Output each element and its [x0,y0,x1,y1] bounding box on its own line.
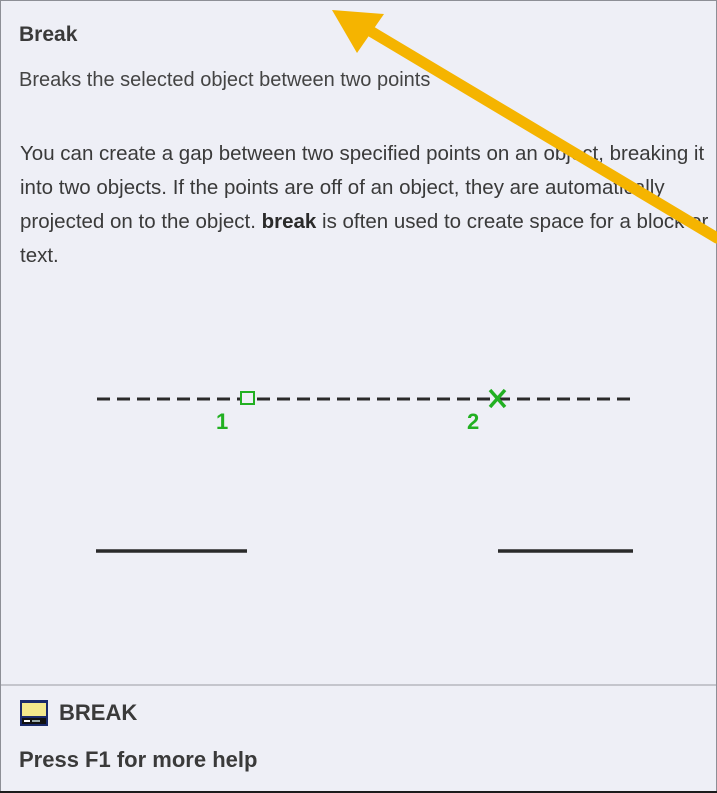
first-point-marker-icon [240,391,255,405]
break-illustration: 1 2 [96,388,633,553]
command-row: BREAK [19,699,137,727]
tooltip-title: Break [19,23,78,46]
description-keyword: break [261,210,317,233]
point-1-label: 1 [216,409,228,434]
help-hint: Press F1 for more help [19,747,258,772]
command-name: BREAK [59,700,138,725]
tooltip-panel: Break Breaks the selected object between… [0,0,717,793]
tooltip-description: You can create a gap between two specifi… [20,137,710,273]
command-window-icon [20,700,48,726]
point-2-label: 2 [467,409,479,434]
footer-divider [1,684,716,686]
tooltip-summary: Breaks the selected object between two p… [19,69,431,91]
